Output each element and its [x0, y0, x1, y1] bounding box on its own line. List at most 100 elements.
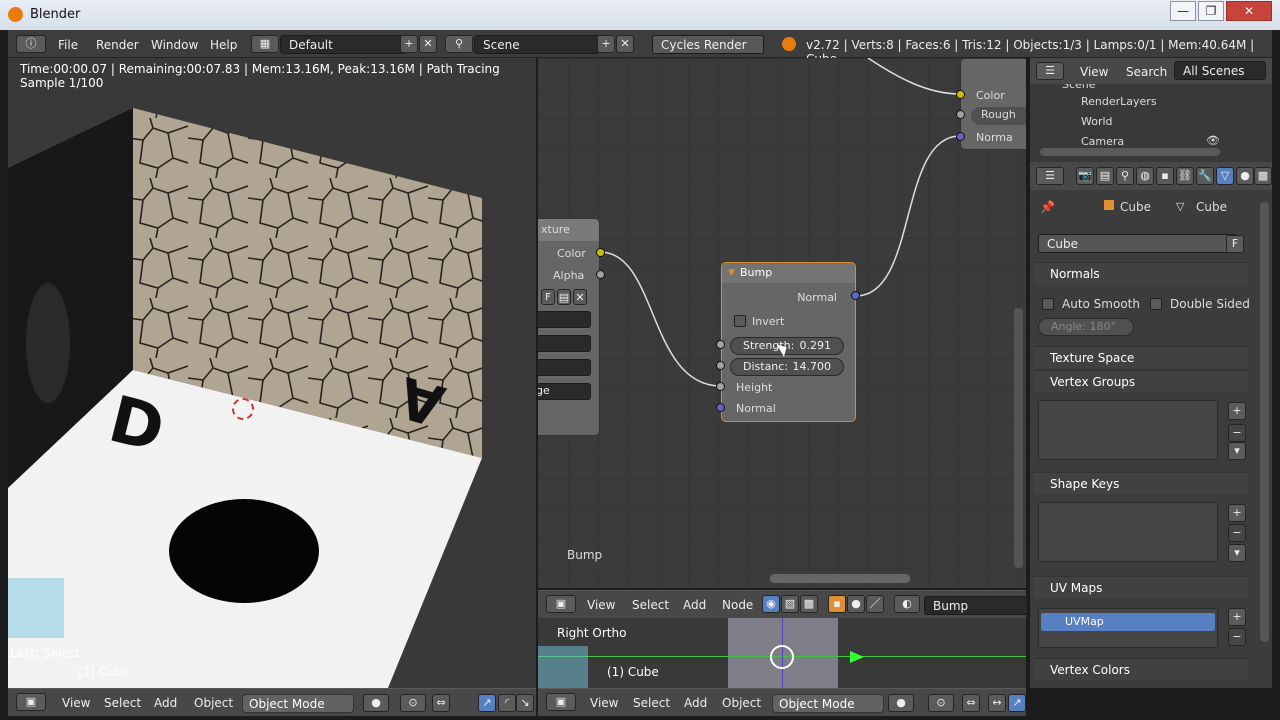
add-uv-map-icon[interactable]: + — [1228, 608, 1246, 626]
menu-add-2[interactable]: Add — [684, 696, 707, 710]
translate-icon-2[interactable]: ↗ — [1008, 694, 1026, 712]
node-editor[interactable]: xture Color Alpha F ▤ ✕ ge Bump ▼ Normal… — [538, 58, 1026, 588]
texture-setting-3[interactable] — [538, 359, 591, 376]
node-menu-select[interactable]: Select — [632, 598, 669, 612]
open-image-icon[interactable]: ▤ — [557, 289, 571, 305]
close-button[interactable]: ✕ — [1226, 1, 1272, 21]
image-texture-node[interactable]: xture Color Alpha F ▤ ✕ ge — [538, 218, 600, 436]
add-vertex-group-icon[interactable]: + — [1228, 402, 1246, 420]
material-icon[interactable]: ◐ — [894, 595, 920, 613]
distance-input-socket[interactable] — [716, 361, 725, 370]
layers-tab-icon[interactable]: ▤ — [1096, 167, 1114, 185]
alpha-output-socket[interactable] — [596, 270, 605, 279]
render-engine-select[interactable]: Cycles Render — [652, 35, 764, 54]
texture-setting-2[interactable] — [538, 335, 591, 352]
pivot-icon-2[interactable]: ⊙ — [928, 694, 954, 712]
render-tab-icon[interactable]: 📷 — [1076, 167, 1094, 185]
menu-select[interactable]: Select — [104, 696, 141, 710]
fake-user-button[interactable]: F — [541, 289, 555, 305]
menu-object-2[interactable]: Object — [722, 696, 761, 710]
scene-field[interactable]: Scene — [474, 35, 600, 54]
3d-cursor-icon[interactable] — [232, 398, 254, 420]
mesh-name-field[interactable]: Cube — [1038, 234, 1238, 253]
node-tree-field[interactable]: Bump — [924, 596, 1028, 615]
outliner-type-icon[interactable]: ☰ — [1036, 62, 1064, 80]
unlink-image-icon[interactable]: ✕ — [573, 289, 587, 305]
world-shader-icon[interactable]: ● — [847, 595, 865, 613]
3d-viewport[interactable]: D A Time:00:00.07 | Remaining:00:07.83 |… — [8, 58, 536, 688]
panel-vertex-colors[interactable]: Vertex Colors — [1034, 658, 1248, 680]
outliner-menu-view[interactable]: View — [1080, 65, 1108, 79]
strength-input-socket[interactable] — [716, 340, 725, 349]
bsdf-color-socket[interactable] — [956, 90, 965, 99]
texture-tab-icon[interactable]: ▩ — [1254, 167, 1272, 185]
maximize-button[interactable]: ❐ — [1198, 1, 1224, 21]
manipulator-icon[interactable]: ⇔ — [432, 694, 450, 712]
screen-layout-icon[interactable]: ▦ — [251, 35, 279, 53]
remove-layout-icon[interactable]: ✕ — [419, 35, 437, 53]
collapse-icon[interactable]: ▼ — [728, 268, 735, 278]
menu-file[interactable]: File — [58, 38, 78, 52]
mode-select-2[interactable]: Object Mode — [772, 694, 884, 713]
texture-nodes-icon[interactable]: ▧ — [781, 595, 799, 613]
constraints-tab-icon[interactable]: ⛓ — [1176, 167, 1194, 185]
scene-icon[interactable]: ⚲ — [445, 35, 473, 53]
vertex-group-menu-icon[interactable]: ▾ — [1228, 442, 1246, 460]
shading-icon-2[interactable]: ● — [888, 694, 914, 712]
bsdf-normal-socket[interactable] — [956, 132, 965, 141]
outliner[interactable]: ☰ View Search All Scenes Scene RenderLay… — [1030, 58, 1272, 162]
vertical-scrollbar[interactable] — [1014, 308, 1023, 568]
node-menu-add[interactable]: Add — [683, 598, 706, 612]
node-menu-node[interactable]: Node — [722, 598, 753, 612]
distance-slider[interactable]: Distanc: 14.700 — [730, 358, 844, 376]
outliner-menu-search[interactable]: Search — [1126, 65, 1167, 79]
add-shape-key-icon[interactable]: + — [1228, 504, 1246, 522]
shape-keys-list[interactable] — [1038, 502, 1218, 562]
object-tab-icon[interactable]: ▪ — [1156, 167, 1174, 185]
rotate-icon[interactable]: ◜ — [498, 694, 516, 712]
panel-vertex-groups[interactable]: Vertex Groups — [1034, 370, 1248, 392]
remove-uv-map-icon[interactable]: − — [1228, 628, 1246, 646]
uvmap-item[interactable]: UVMap — [1041, 613, 1215, 631]
info-editor-type-icon[interactable]: ⓘ — [16, 35, 46, 53]
height-input-socket[interactable] — [716, 382, 725, 391]
auto-smooth-checkbox[interactable] — [1042, 298, 1054, 310]
breadcrumb-object[interactable]: Cube — [1120, 200, 1151, 214]
properties-scrollbar[interactable] — [1260, 202, 1269, 642]
shape-key-menu-icon[interactable]: ▾ — [1228, 544, 1246, 562]
outliner-hscroll[interactable] — [1040, 148, 1220, 156]
object-shader-icon[interactable]: ▪ — [828, 595, 846, 613]
remove-scene-icon[interactable]: ✕ — [616, 35, 634, 53]
invert-checkbox[interactable] — [734, 315, 746, 327]
uv-maps-list[interactable]: UVMap — [1038, 608, 1218, 648]
angle-slider[interactable]: Angle: 180° — [1038, 318, 1134, 336]
normal-input-socket[interactable] — [716, 403, 725, 412]
line-style-icon[interactable]: ／ — [866, 595, 884, 613]
texture-setting-1[interactable] — [538, 311, 591, 328]
color-output-socket[interactable] — [596, 248, 605, 257]
camera-viewport[interactable]: Right Ortho (1) Cube — [538, 618, 1026, 688]
outliner-item-camera[interactable]: Camera — [1081, 135, 1124, 148]
menu-help[interactable]: Help — [210, 38, 237, 52]
editor-type-icon-2[interactable]: ▣ — [546, 693, 576, 711]
properties-editor[interactable]: ☰ 📷 ▤ ⚲ ◍ ▪ ⛓ 🔧 ▽ ● ▩ 📌 Cube ▽ Cube Cube… — [1030, 162, 1272, 688]
panel-normals[interactable]: Normals — [1034, 262, 1248, 284]
bump-node[interactable]: Bump ▼ Normal Invert Strength: 0.291 Dis… — [721, 262, 856, 422]
menu-view[interactable]: View — [62, 696, 90, 710]
outliner-item-scene[interactable]: Scene — [1062, 84, 1096, 92]
manipulator-icon-2[interactable]: ⇔ — [962, 694, 980, 712]
translate-icon[interactable]: ↗ — [478, 694, 496, 712]
menu-add[interactable]: Add — [154, 696, 177, 710]
add-layout-icon[interactable]: + — [400, 35, 418, 53]
panel-shape-keys[interactable]: Shape Keys — [1034, 472, 1248, 494]
node-editor-type-icon[interactable]: ▣ — [546, 595, 576, 613]
world-tab-icon[interactable]: ◍ — [1136, 167, 1154, 185]
horizontal-scrollbar[interactable] — [770, 574, 910, 583]
texture-setting-4[interactable]: ge — [538, 383, 591, 400]
menu-select-2[interactable]: Select — [633, 696, 670, 710]
axis-icon[interactable]: ↔ — [988, 694, 1006, 712]
arrow-icon[interactable] — [850, 651, 864, 663]
panel-texture-space[interactable]: Texture Space — [1034, 346, 1248, 368]
minimize-button[interactable]: — — [1170, 1, 1196, 21]
compositing-nodes-icon[interactable]: ▩ — [800, 595, 818, 613]
